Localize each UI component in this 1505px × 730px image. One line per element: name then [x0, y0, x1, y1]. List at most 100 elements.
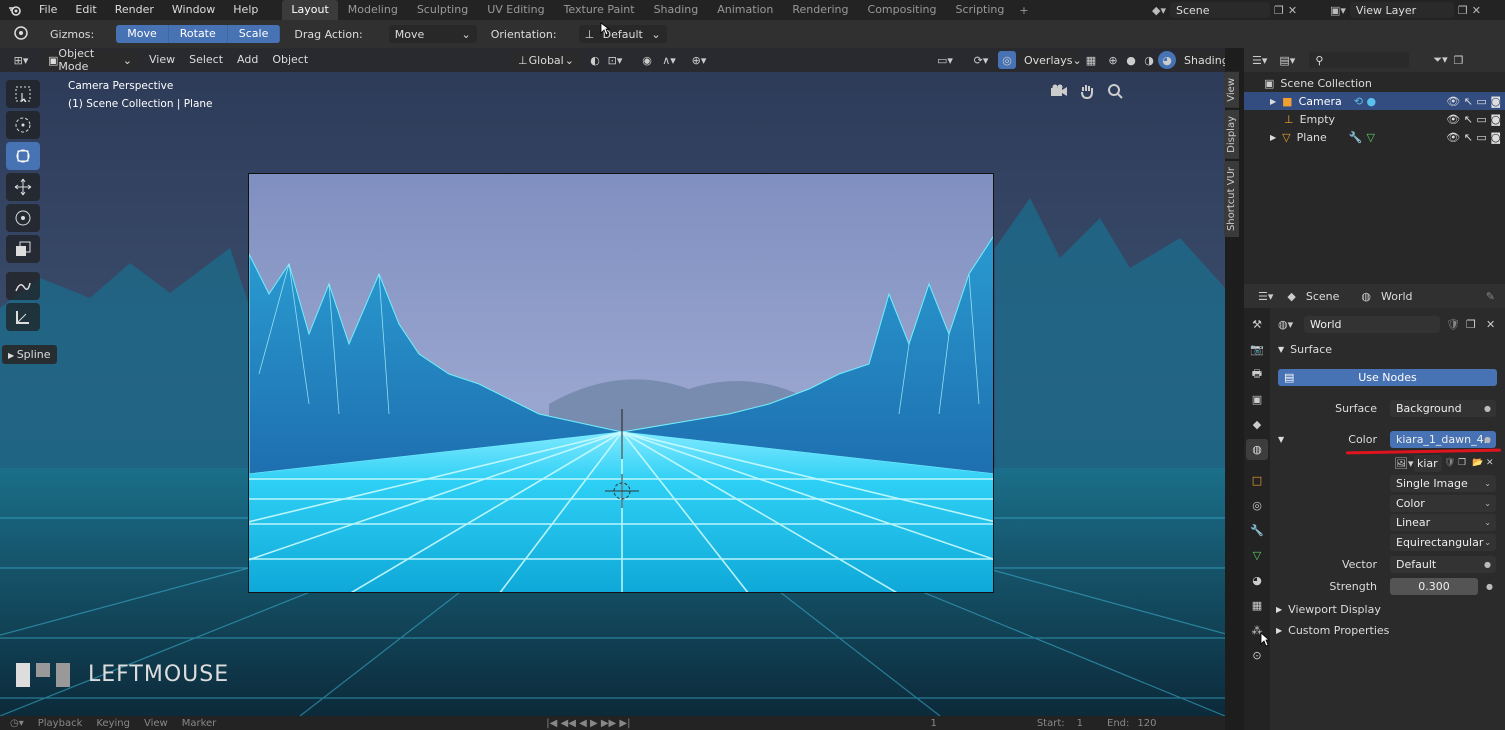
current-frame-field[interactable]: 1	[930, 718, 936, 729]
material-tab-icon[interactable]: ◕	[1246, 570, 1268, 591]
rendered-shading-icon[interactable]: ◕	[1158, 51, 1176, 69]
scene-field[interactable]: Scene	[1169, 2, 1270, 18]
projection-dropdown[interactable]: Equirectangular ⌄	[1390, 533, 1496, 551]
tab-texture-paint[interactable]: Texture Paint	[555, 0, 644, 20]
transform-orientation-dropdown[interactable]: ⊥ Global ⌄	[512, 51, 580, 69]
blender-logo-icon[interactable]	[0, 0, 30, 20]
modifier-tab-icon[interactable]: 🔧	[1246, 520, 1268, 541]
zoom-icon[interactable]	[1104, 80, 1126, 102]
outliner-item-empty[interactable]: ⊥ Empty 👁 ↖ ▭ ◙	[1244, 110, 1505, 128]
viewport-display-panel-header[interactable]: ▶ Viewport Display	[1276, 603, 1381, 616]
overlays-icon[interactable]: ◎	[998, 51, 1016, 69]
tab-animation[interactable]: Animation	[708, 0, 782, 20]
overlays-dropdown[interactable]: Overlays ⌄	[1018, 51, 1082, 69]
fake-user-icon[interactable]: 🛡	[1446, 318, 1460, 331]
shading-dropdown[interactable]: Shading⌄	[1178, 51, 1225, 69]
open-image-icon[interactable]: 📂	[1472, 458, 1483, 468]
surface-panel-header[interactable]: ▼ Surface	[1278, 343, 1332, 356]
cursor-tool[interactable]	[6, 111, 40, 139]
scene-tab-icon[interactable]: ◆	[1246, 414, 1268, 435]
select-box-tool[interactable]	[6, 80, 40, 108]
strength-slider[interactable]: 0.300	[1390, 577, 1478, 595]
new-scene-icon[interactable]: ❐	[1274, 4, 1284, 17]
start-frame-field[interactable]: 1	[1077, 718, 1083, 729]
wireframe-shading-icon[interactable]: ⊕	[1104, 51, 1122, 69]
interpolation-dropdown[interactable]: Linear ⌄	[1390, 513, 1496, 531]
show-gizmo-icon[interactable]: ⟳▾	[972, 51, 990, 69]
view-layer-field[interactable]: View Layer	[1349, 2, 1454, 18]
image-source-dropdown[interactable]: Single Image ⌄	[1390, 474, 1496, 492]
pin-icon[interactable]: ✎	[1486, 290, 1495, 303]
annotate-tool[interactable]	[6, 272, 40, 300]
editor-type-icon[interactable]: ⊞▾	[6, 51, 36, 69]
tab-layout[interactable]: Layout	[282, 0, 338, 20]
menu-select[interactable]: Select	[182, 48, 230, 72]
add-workspace-icon[interactable]: +	[1013, 4, 1034, 17]
output-tab-icon[interactable]: 🖶	[1246, 364, 1268, 385]
color-space-dropdown[interactable]: Color ⌄	[1390, 494, 1496, 512]
chevron-down-icon[interactable]: ▼	[1278, 435, 1284, 444]
tab-view[interactable]: View	[1224, 72, 1239, 108]
display-mode-icon[interactable]: ▤▾	[1279, 54, 1295, 67]
tab-sculpting[interactable]: Sculpting	[408, 0, 477, 20]
3d-viewport[interactable]: ⊞▾ ▣ Object Mode ⌄ View Select Add Objec…	[0, 48, 1225, 716]
gizmo-rotate-button[interactable]: Rotate	[168, 25, 228, 43]
snap-icon[interactable]: ⊡▾	[606, 51, 624, 69]
menu-help[interactable]: Help	[224, 0, 267, 20]
move-tool[interactable]	[6, 173, 40, 201]
surface-shader-field[interactable]: Background ●	[1390, 399, 1496, 417]
outliner-scene-collection[interactable]: ▣ Scene Collection	[1244, 74, 1505, 92]
solid-shading-icon[interactable]: ●	[1122, 51, 1140, 69]
fake-user-icon[interactable]: 🛡	[1444, 458, 1455, 468]
orientation-dropdown[interactable]: ⊥ Default ⌄	[578, 25, 667, 43]
menu-keying[interactable]: Keying	[96, 718, 130, 729]
tab-display[interactable]: Display	[1224, 109, 1239, 159]
new-image-icon[interactable]: ❐	[1458, 458, 1466, 468]
scale-tool[interactable]	[6, 235, 40, 263]
menu-playback[interactable]: Playback	[38, 718, 83, 729]
menu-edit[interactable]: Edit	[66, 0, 105, 20]
menu-add[interactable]: Add	[230, 48, 265, 72]
tab-compositing[interactable]: Compositing	[859, 0, 946, 20]
vector-field[interactable]: Default ●	[1390, 555, 1496, 573]
data-tab-icon[interactable]: ▽	[1246, 545, 1268, 566]
transform-tool[interactable]	[6, 142, 40, 170]
playback-controls[interactable]: |◀ ◀◀ ◀ ▶ ▶▶ ▶|	[546, 718, 630, 729]
tab-shortcut-vur[interactable]: Shortcut VUr	[1224, 160, 1239, 237]
menu-render[interactable]: Render	[106, 0, 163, 20]
falloff-icon[interactable]: ∧▾	[660, 51, 678, 69]
physics-tab-icon[interactable]: ◎	[1246, 495, 1268, 516]
node-socket-icon[interactable]: ●	[1486, 582, 1493, 591]
visibility-toggles[interactable]: 👁 ↖ ▭ ◙	[1446, 95, 1501, 108]
world-tab-icon[interactable]: ◍	[1246, 439, 1268, 460]
spline-panel-toggle[interactable]: ▶ Spline	[2, 345, 57, 364]
outliner-item-plane[interactable]: ▶ ▽ Plane 🔧 ▽ 👁 ↖ ▭ ◙	[1244, 128, 1505, 146]
xray-icon[interactable]: ▦	[1082, 51, 1100, 69]
view-object-types-icon[interactable]: ▭▾	[936, 51, 954, 69]
tab-uv-editing[interactable]: UV Editing	[478, 0, 553, 20]
drag-action-dropdown[interactable]: Move ⌄	[388, 25, 477, 43]
timeline-editor-icon[interactable]: ◷▾	[10, 718, 24, 729]
outliner-item-camera[interactable]: ▶ ■ Camera ⟲ ● 👁 ↖ ▭ ◙	[1244, 92, 1505, 110]
proportional-edit-icon[interactable]: ◉	[638, 51, 656, 69]
unlink-image-icon[interactable]: ✕	[1486, 458, 1494, 468]
outliner-editor-icon[interactable]: ☰▾	[1252, 54, 1267, 67]
rotate-tool[interactable]	[6, 204, 40, 232]
properties-editor-icon[interactable]: ☰▾	[1258, 290, 1273, 303]
gizmo-move-button[interactable]: Move	[116, 25, 169, 43]
delete-view-layer-icon[interactable]: ✕	[1472, 4, 1481, 17]
tab-rendering[interactable]: Rendering	[783, 0, 857, 20]
duplicate-icon[interactable]: ❐	[1466, 318, 1476, 331]
visibility-toggles[interactable]: 👁 ↖ ▭ ◙	[1446, 131, 1501, 144]
view-layer-tab-icon[interactable]: ▣	[1246, 389, 1268, 410]
scene-selector[interactable]: ◆▾ Scene ❐ ✕	[1152, 0, 1297, 20]
pan-hand-icon[interactable]	[1076, 80, 1098, 102]
new-collection-icon[interactable]: ❐	[1454, 54, 1464, 67]
use-nodes-button[interactable]: ▤ Use Nodes	[1278, 369, 1497, 386]
menu-marker[interactable]: Marker	[182, 718, 217, 729]
world-name-field[interactable]: World	[1304, 315, 1440, 333]
tool-tab-icon[interactable]: ⚒	[1246, 314, 1268, 335]
gizmo-scale-button[interactable]: Scale	[227, 25, 281, 43]
object-tab-icon[interactable]: □	[1246, 470, 1268, 491]
new-view-layer-icon[interactable]: ❐	[1458, 4, 1468, 17]
